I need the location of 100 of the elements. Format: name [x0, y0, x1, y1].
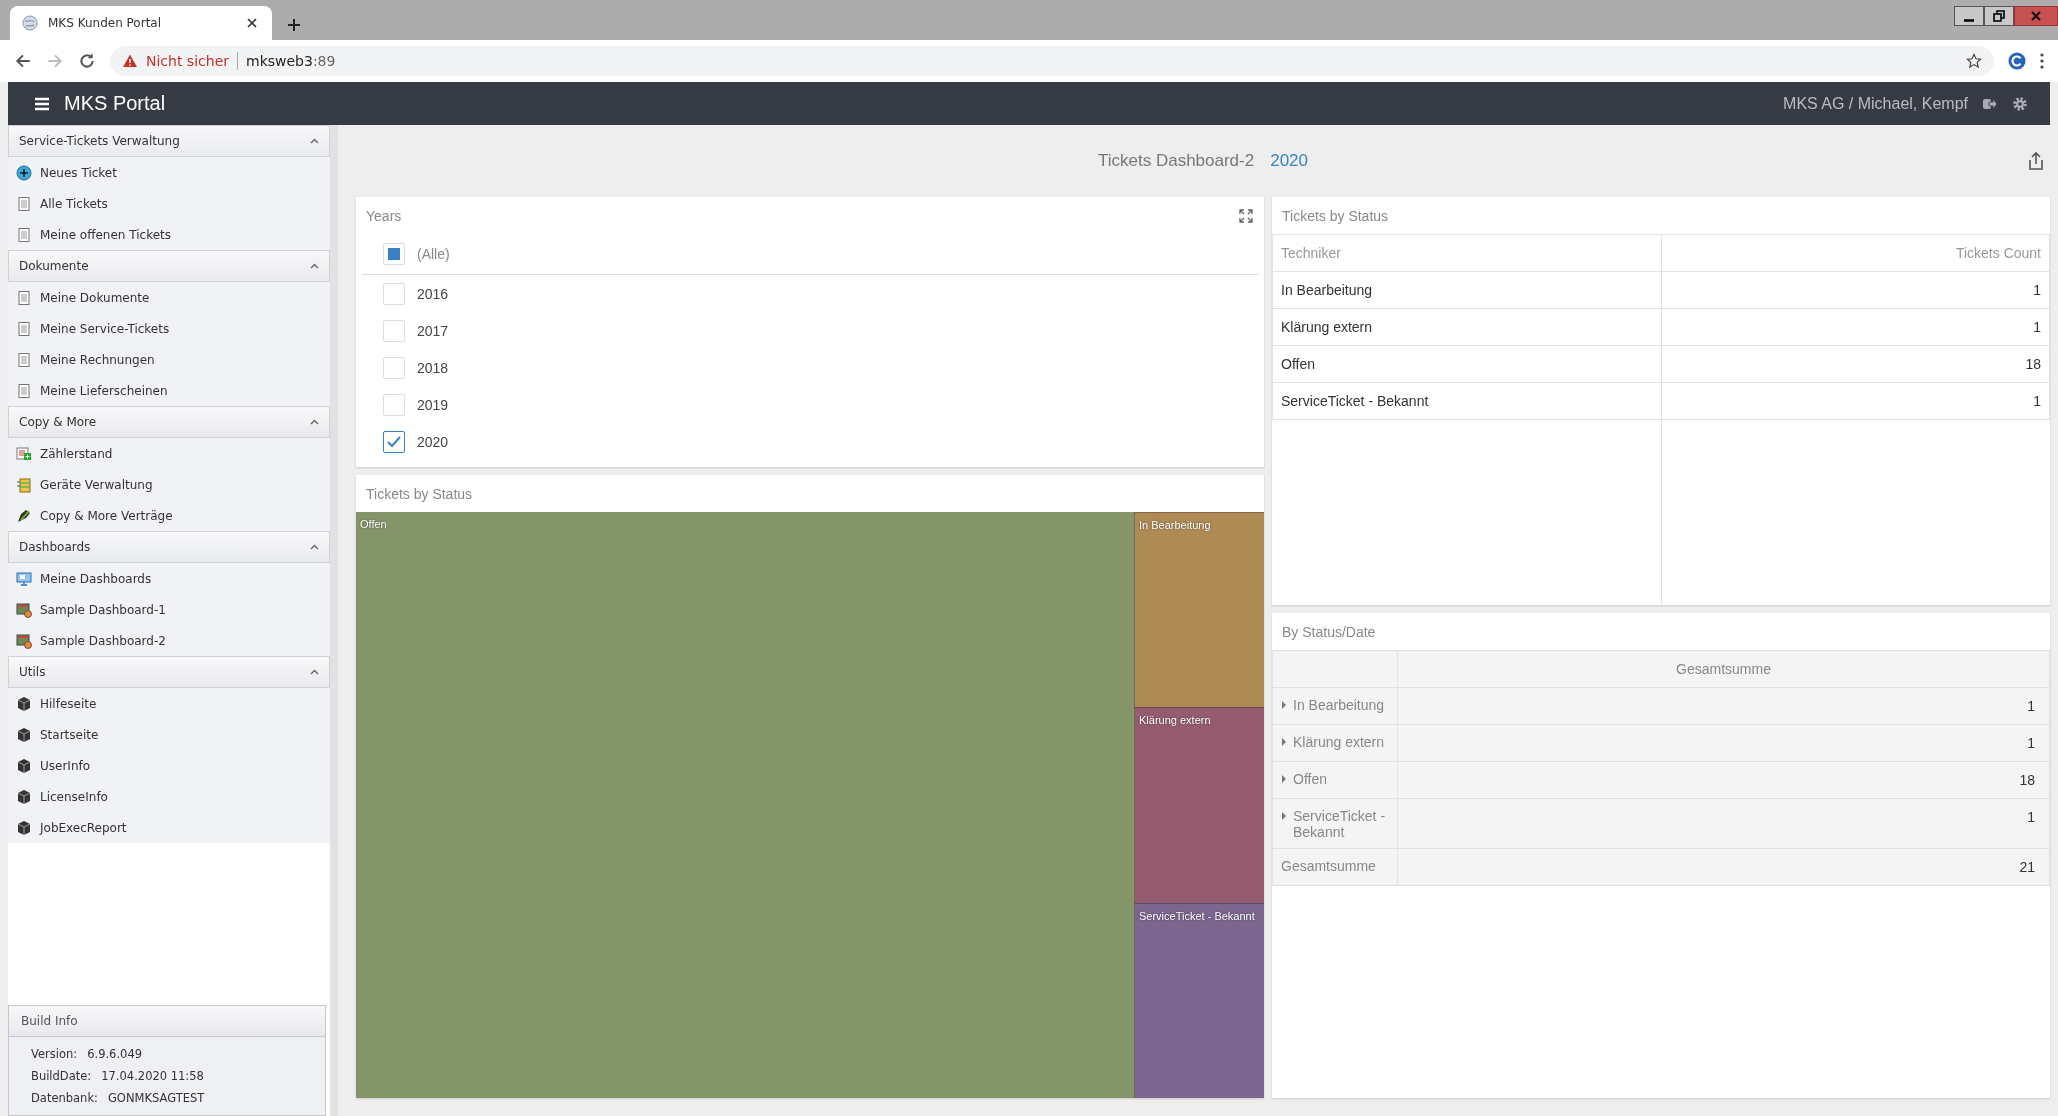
table-cell: 18 — [1661, 345, 2050, 383]
monitor-icon — [16, 570, 32, 587]
treemap-tile[interactable]: Klärung extern — [1134, 707, 1264, 903]
checkbox[interactable] — [383, 430, 405, 453]
chevron-up-icon — [310, 419, 319, 425]
panel-title: Tickets by Status — [1282, 207, 1389, 224]
url-text: mksweb3:89 — [246, 53, 336, 69]
address-bar[interactable]: Nicht sicher mksweb3:89 — [110, 46, 1994, 76]
cube-icon — [16, 726, 32, 743]
filter-value: 2020 — [1270, 151, 1308, 171]
select-all-option[interactable]: (Alle) — [362, 234, 1258, 275]
dashboard-title: Tickets Dashboard-2 — [1097, 151, 1255, 171]
nav-item[interactable]: JobExecReport — [8, 812, 330, 843]
table-cell: Klärung extern — [1272, 308, 1661, 346]
reload-icon[interactable] — [78, 52, 96, 70]
settings-icon[interactable] — [2012, 95, 2028, 112]
dashboard-icon — [16, 601, 32, 618]
nav-item[interactable]: Meine Lieferscheinen — [8, 375, 330, 406]
star-icon[interactable] — [1966, 53, 1982, 69]
row-header: Gesamtsumme — [1272, 848, 1398, 886]
menu-dots-icon[interactable] — [2040, 53, 2044, 69]
nav-item[interactable]: Meine Rechnungen — [8, 344, 330, 375]
cube-icon — [16, 757, 32, 774]
section-header[interactable]: Dashboards — [8, 531, 330, 563]
info-label: Version: — [31, 1047, 78, 1061]
filter-option[interactable]: 2016 — [356, 275, 1264, 312]
nav-item[interactable]: Hilfeseite — [8, 688, 330, 719]
section-header[interactable]: Utils — [8, 656, 330, 688]
restore-icon — [1991, 8, 2007, 24]
table-cell: 1 — [1397, 724, 2050, 762]
build-info-title: Build Info — [9, 1006, 325, 1037]
expand-icon[interactable] — [1281, 774, 1287, 784]
nav-item[interactable]: Meine Dokumente — [8, 282, 330, 313]
nav-item[interactable]: Sample Dashboard-1 — [8, 594, 330, 625]
nav-item[interactable]: Copy & More Verträge — [8, 500, 330, 531]
document-icon — [16, 195, 32, 212]
export-icon[interactable] — [2026, 151, 2046, 171]
chevron-up-icon — [310, 138, 319, 144]
nav-item[interactable]: Sample Dashboard-2 — [8, 625, 330, 656]
document-icon — [16, 382, 32, 399]
filter-option[interactable]: 2017 — [356, 312, 1264, 349]
minimize-icon — [1964, 18, 1974, 22]
section-header[interactable]: Dokumente — [8, 250, 330, 282]
nav-item[interactable]: Meine offenen Tickets — [8, 219, 330, 250]
panel-title: By Status/Date — [1282, 623, 1376, 640]
expand-icon[interactable] — [1281, 737, 1287, 747]
table-cell: 1 — [1661, 382, 2050, 420]
table-cell: 21 — [1397, 848, 2050, 886]
nav-item[interactable]: Geräte Verwaltung — [8, 469, 330, 500]
new-tab-icon[interactable] — [286, 17, 302, 33]
user-name: MKS AG / Michael, Kempf — [1783, 94, 1968, 113]
close-button[interactable] — [2014, 6, 2058, 26]
filter-option[interactable]: 2018 — [356, 349, 1264, 386]
expand-icon[interactable] — [1281, 811, 1287, 821]
pen-icon — [16, 507, 32, 524]
filter-option[interactable]: 2019 — [356, 386, 1264, 423]
table-cell: Offen — [1272, 345, 1661, 383]
app-title: MKS Portal — [64, 92, 166, 115]
nav-item[interactable]: Zählerstand — [8, 438, 330, 469]
section-header[interactable]: Service-Tickets Verwaltung — [8, 125, 330, 157]
security-label: Nicht sicher — [146, 53, 229, 69]
cube-icon — [16, 788, 32, 805]
restore-button[interactable] — [1984, 6, 2014, 26]
document-icon — [16, 289, 32, 306]
browser-tab[interactable]: MKS Kunden Portal — [10, 6, 272, 40]
globe-icon — [22, 15, 38, 31]
table-cell: 1 — [1397, 687, 2050, 725]
nav-item[interactable]: Meine Dashboards — [8, 563, 330, 594]
back-icon[interactable] — [14, 52, 32, 70]
nav-item[interactable]: Meine Service-Tickets — [8, 313, 330, 344]
table-add-icon — [16, 445, 32, 462]
warning-icon — [122, 53, 138, 69]
info-value: GONMKSAGTEST — [107, 1091, 205, 1105]
fullscreen-icon[interactable] — [1238, 207, 1254, 224]
table-cell: 1 — [1661, 271, 2050, 309]
column-header: Techniker — [1272, 234, 1661, 272]
menu-icon[interactable] — [34, 95, 50, 112]
nav-item[interactable]: UserInfo — [8, 750, 330, 781]
table-cell: 1 — [1661, 308, 2050, 346]
nav-item[interactable]: Startseite — [8, 719, 330, 750]
chevron-up-icon — [310, 263, 319, 269]
table-cell: 1 — [1397, 798, 2050, 849]
section-header[interactable]: Copy & More — [8, 406, 330, 438]
chevron-up-icon — [310, 544, 319, 550]
info-value: 17.04.2020 11:58 — [101, 1069, 204, 1083]
column-header: Tickets Count — [1661, 234, 2050, 272]
treemap-tile[interactable]: ServiceTicket - Bekannt — [1134, 902, 1264, 1098]
cabinet-icon — [16, 476, 32, 493]
dashboard-icon — [16, 632, 32, 649]
nav-item[interactable]: Alle Tickets — [8, 188, 330, 219]
minimize-button[interactable] — [1954, 6, 1984, 26]
nav-item[interactable]: LicenseInfo — [8, 781, 330, 812]
table-cell: In Bearbeitung — [1272, 271, 1661, 309]
info-value: 6.9.6.049 — [87, 1047, 143, 1061]
info-label: BuildDate: — [31, 1069, 92, 1083]
nav-item[interactable]: Neues Ticket — [8, 157, 330, 188]
profile-icon[interactable] — [2008, 52, 2026, 70]
table-cell: 18 — [1397, 761, 2050, 799]
filter-option[interactable]: 2020 — [356, 423, 1264, 460]
expand-icon[interactable] — [1281, 700, 1287, 710]
